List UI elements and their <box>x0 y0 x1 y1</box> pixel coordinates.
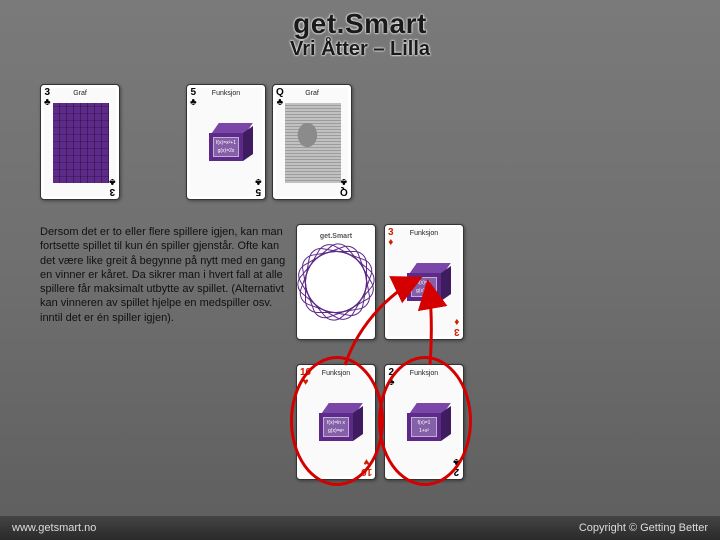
card-corner: 10♥ <box>300 368 311 388</box>
footer-bar: www.getsmart.no Copyright © Getting Bett… <box>0 516 720 540</box>
spirograph-icon <box>305 251 367 313</box>
card-label: Funksjon <box>399 370 449 377</box>
card-label: Graf <box>287 90 337 97</box>
card-corner: 10♥ <box>361 456 372 476</box>
graf-grid-icon <box>53 103 109 183</box>
card-label: Funksjon <box>201 90 251 97</box>
cardback-brand: get.Smart <box>297 233 375 240</box>
card-corner: 3♣ <box>109 176 116 196</box>
card-q-clubs-portrait: Q♣ Graf Q♣ <box>272 84 352 200</box>
card-10-hearts-func: 10♥ Funksjon f(x)=ln xg(x)=eˣ 10♥ <box>296 364 376 480</box>
card-label: Funksjon <box>399 230 449 237</box>
card-label: Funksjon <box>311 370 361 377</box>
page-subtitle: Vri Åtter – Lilla <box>0 38 720 61</box>
cube-icon: f(x)=x²+1g(x)=2x <box>203 119 249 165</box>
card-label: Graf <box>55 90 105 97</box>
cube-icon: f(x)=11+x² <box>401 399 447 445</box>
card-corner: 2♣ <box>453 456 460 476</box>
portrait-icon <box>285 103 341 183</box>
header-block: get.Smart Vri Åtter – Lilla <box>0 0 720 61</box>
cube-icon: f(x)=ln xg(x)=eˣ <box>313 399 359 445</box>
card-3-clubs-graf: 3♣ Graf 3♣ <box>40 84 120 200</box>
card-back: get.Smart <box>296 224 376 340</box>
card-corner: Q♣ <box>276 88 284 108</box>
card-corner: 5♣ <box>255 176 262 196</box>
card-2-clubs-func: 2♣ Funksjon f(x)=11+x² 2♣ <box>384 364 464 480</box>
card-corner: Q♣ <box>340 176 348 196</box>
card-corner: 3♦ <box>454 316 460 336</box>
footer-copyright: Copyright © Getting Better <box>579 522 708 534</box>
card-5-clubs-func: 5♣ Funksjon f(x)=x²+1g(x)=2x 5♣ <box>186 84 266 200</box>
card-corner: 3♣ <box>44 88 51 108</box>
cube-icon: f(x)=xg(x)=x² <box>401 259 447 305</box>
card-corner: 2♣ <box>388 368 395 388</box>
page-title: get.Smart <box>0 8 720 40</box>
card-corner: 3♦ <box>388 228 394 248</box>
card-3-diamonds-func: 3♦ Funksjon f(x)=xg(x)=x² 3♦ <box>384 224 464 340</box>
footer-url: www.getsmart.no <box>12 522 96 534</box>
card-corner: 5♣ <box>190 88 197 108</box>
body-paragraph: Dersom det er to eller flere spillere ig… <box>40 225 288 325</box>
